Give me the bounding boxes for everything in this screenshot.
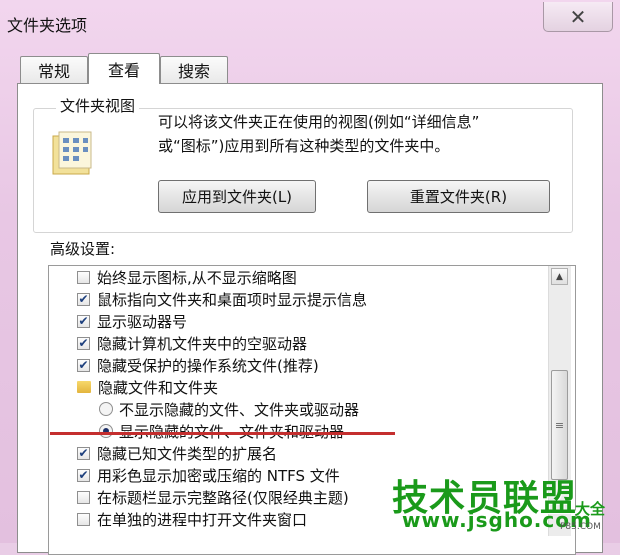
setting-label: 隐藏已知文件类型的扩展名: [97, 444, 278, 463]
setting-label: 显示驱动器号: [97, 312, 188, 331]
setting-show-drive-letters[interactable]: ✔ 显示驱动器号: [77, 310, 187, 332]
option-dont-show-hidden[interactable]: 不显示隐藏的文件、文件夹或驱动器: [99, 398, 359, 420]
setting-label: 隐藏计算机文件夹中的空驱动器: [97, 334, 308, 353]
folder-view-icon: [52, 131, 92, 175]
tab-view[interactable]: 查看: [88, 53, 160, 84]
folder-options-window: 文件夹选项 ✕ 常规 查看 搜索 文件夹视图 可以将该文件夹正在使用的视图(例如…: [0, 0, 620, 555]
tab-search[interactable]: 搜索: [160, 56, 228, 83]
setting-label: 隐藏受保护的操作系统文件(推荐): [97, 356, 319, 375]
reset-folders-button[interactable]: 重置文件夹(R): [367, 180, 550, 213]
folder-view-description: 可以将该文件夹正在使用的视图(例如“详细信息” 或“图标”)应用到所有这种类型的…: [158, 110, 578, 158]
radio-button-selected[interactable]: [99, 424, 113, 438]
checkbox-checked[interactable]: ✔: [77, 358, 90, 372]
folder-icon: [77, 381, 91, 393]
checkbox-checked[interactable]: ✔: [77, 468, 90, 482]
option-show-hidden[interactable]: 显示隐藏的文件、文件夹和驱动器: [99, 420, 344, 442]
scroll-up-arrow-icon[interactable]: ▲: [551, 268, 568, 285]
setting-label: 鼠标指向文件夹和桌面项时显示提示信息: [97, 290, 368, 309]
watermark-small: P85.COM: [560, 522, 601, 532]
close-icon: ✕: [569, 4, 587, 29]
apply-to-folders-button[interactable]: 应用到文件夹(L): [158, 180, 316, 213]
window-title: 文件夹选项: [7, 16, 88, 35]
folder-view-legend: 文件夹视图: [56, 95, 140, 116]
description-line-2: 或“图标”)应用到所有这种类型的文件夹中。: [158, 137, 450, 155]
tab-general[interactable]: 常规: [20, 56, 88, 83]
checkbox-checked[interactable]: ✔: [77, 292, 90, 306]
checkbox[interactable]: [77, 512, 90, 526]
checkbox-checked[interactable]: ✔: [77, 446, 90, 460]
description-line-1: 可以将该文件夹正在使用的视图(例如“详细信息”: [158, 113, 480, 131]
close-button[interactable]: ✕: [543, 2, 613, 32]
setting-hide-empty-drives[interactable]: ✔ 隐藏计算机文件夹中的空驱动器: [77, 332, 307, 354]
setting-show-popup-info[interactable]: ✔ 鼠标指向文件夹和桌面项时显示提示信息: [77, 288, 367, 310]
setting-hide-extensions[interactable]: ✔ 隐藏已知文件类型的扩展名: [77, 442, 277, 464]
setting-label: 在标题栏显示完整路径(仅限经典主题): [97, 488, 349, 507]
checkbox[interactable]: [77, 270, 90, 284]
setting-always-show-icons[interactable]: 始终显示图标,从不显示缩略图: [77, 266, 297, 288]
setting-label: 在单独的进程中打开文件夹窗口: [97, 510, 308, 529]
setting-label: 用彩色显示加密或压缩的 NTFS 文件: [97, 466, 340, 485]
annotation-underline: [50, 432, 395, 435]
setting-group-hidden-files: 隐藏文件和文件夹: [77, 376, 218, 398]
setting-label: 不显示隐藏的文件、文件夹或驱动器: [119, 400, 360, 419]
advanced-settings-label: 高级设置:: [50, 240, 116, 258]
radio-button[interactable]: [99, 402, 113, 416]
checkbox[interactable]: [77, 490, 90, 504]
scroll-thumb[interactable]: ≡: [551, 370, 568, 480]
setting-label: 始终显示图标,从不显示缩略图: [97, 268, 297, 287]
setting-label: 显示隐藏的文件、文件夹和驱动器: [119, 421, 344, 442]
setting-label: 隐藏文件和文件夹: [98, 378, 219, 397]
setting-hide-protected-os-files[interactable]: ✔ 隐藏受保护的操作系统文件(推荐): [77, 354, 319, 376]
setting-color-ntfs[interactable]: ✔ 用彩色显示加密或压缩的 NTFS 文件: [77, 464, 340, 486]
checkbox-checked[interactable]: ✔: [77, 336, 90, 350]
checkbox-checked[interactable]: ✔: [77, 314, 90, 328]
setting-separate-process[interactable]: 在单独的进程中打开文件夹窗口: [77, 508, 307, 530]
setting-full-path-title[interactable]: 在标题栏显示完整路径(仅限经典主题): [77, 486, 349, 508]
